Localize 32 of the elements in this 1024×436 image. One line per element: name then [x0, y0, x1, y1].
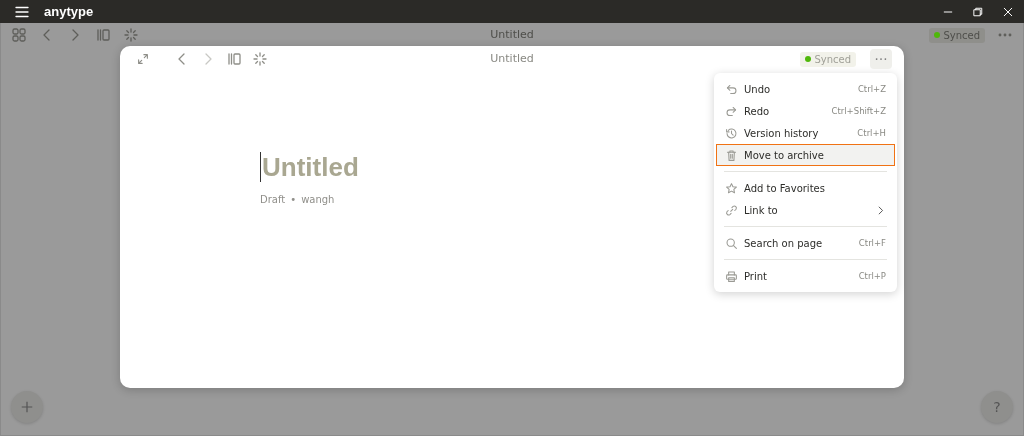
- sidebar-icon[interactable]: [95, 27, 111, 43]
- menu-item[interactable]: Link to: [716, 199, 895, 221]
- menu-item[interactable]: Move to archive: [716, 144, 895, 166]
- trash-icon[interactable]: [725, 148, 738, 162]
- app-name: anytype: [44, 4, 94, 19]
- search-icon[interactable]: [725, 236, 738, 250]
- sidebar-icon[interactable]: [226, 51, 242, 67]
- page-title: Untitled: [490, 28, 534, 41]
- history-icon[interactable]: [725, 126, 738, 140]
- undo-icon[interactable]: [725, 82, 738, 96]
- more-button[interactable]: [870, 49, 892, 69]
- expand-icon[interactable]: [136, 52, 150, 66]
- sparkle-icon[interactable]: [252, 51, 268, 67]
- add-button[interactable]: [11, 391, 43, 423]
- star-icon[interactable]: [725, 181, 738, 195]
- sparkle-icon[interactable]: [123, 27, 139, 43]
- page-title: Untitled: [490, 52, 534, 65]
- link-icon[interactable]: [725, 203, 738, 217]
- grid-icon[interactable]: [11, 27, 27, 43]
- printer-icon[interactable]: [725, 269, 738, 283]
- menu-item[interactable]: Search on page Ctrl+F: [716, 232, 895, 254]
- more-icon[interactable]: [874, 57, 888, 61]
- menu-item[interactable]: Version history Ctrl+H: [716, 122, 895, 144]
- redo-icon[interactable]: [725, 104, 738, 118]
- menu-item[interactable]: Undo Ctrl+Z: [716, 78, 895, 100]
- restore-icon[interactable]: [972, 5, 984, 18]
- separator-dot: •: [290, 194, 297, 205]
- menu-item[interactable]: Add to Favorites: [716, 177, 895, 199]
- close-icon[interactable]: [1002, 5, 1014, 18]
- menu-item[interactable]: Print Ctrl+P: [716, 265, 895, 287]
- plus-icon[interactable]: [20, 400, 34, 414]
- menu-item[interactable]: Redo Ctrl+Shift+Z: [716, 100, 895, 122]
